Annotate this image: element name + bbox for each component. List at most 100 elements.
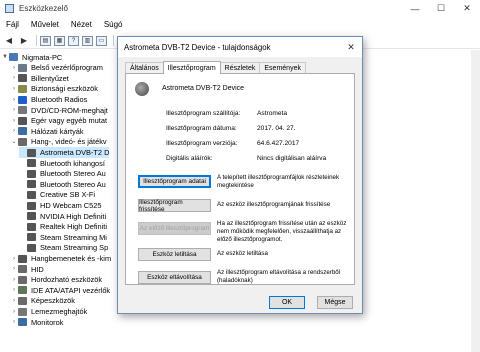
tree-item[interactable]: › Monitorok xyxy=(10,317,63,327)
tree-scrollbar[interactable] xyxy=(471,50,480,352)
device-category-icon xyxy=(18,307,27,316)
expand-arrow-icon[interactable]: › xyxy=(10,65,18,71)
menu-view[interactable]: Nézet xyxy=(65,20,98,29)
tree-item[interactable]: Astrometa DVB-T2 D xyxy=(19,147,110,158)
driver-provider-value: Astrometa xyxy=(257,110,288,117)
digital-signer-label: Digitális aláírók: xyxy=(166,155,213,162)
tree-item-label: DVD/CD-ROM-meghajt xyxy=(31,105,108,115)
expand-arrow-icon[interactable]: › xyxy=(10,309,18,315)
device-category-icon xyxy=(18,127,27,136)
tree-item[interactable]: › Képeszközök xyxy=(10,296,75,306)
tree-item[interactable]: Bluetooth Stereo Au xyxy=(19,169,106,179)
expand-arrow-icon[interactable]: › xyxy=(10,86,18,92)
tree-item-label: HID xyxy=(31,264,44,274)
tree-item-label: Hang-, videó- és játékv xyxy=(31,137,107,147)
tree-item[interactable]: › Hordozható eszközök xyxy=(10,275,102,285)
tree-item[interactable]: Steam Streaming Sp xyxy=(19,243,108,253)
tree-item[interactable]: Creative SB X-Fi xyxy=(19,190,95,200)
expand-arrow-icon[interactable]: › xyxy=(10,277,18,283)
help-icon[interactable]: ? xyxy=(68,35,79,46)
tree-item-label: Astrometa DVB-T2 D xyxy=(40,148,110,158)
toolbar-separator xyxy=(36,35,37,46)
tree-item[interactable]: ⌄ Hang-, videó- és játékv xyxy=(10,137,107,147)
tree-item[interactable]: ▼ Nigmata-PC xyxy=(1,52,62,62)
disable-device-button[interactable]: Eszköz letiltása xyxy=(138,248,211,261)
tree-item-label: Belső vezérlőprogram xyxy=(31,63,103,73)
expand-arrow-icon[interactable]: › xyxy=(10,118,18,124)
menu-action[interactable]: Művelet xyxy=(25,20,65,29)
tree-item[interactable]: NVIDIA High Definiti xyxy=(19,211,106,221)
tree-item-label: Hálózati kártyák xyxy=(31,126,84,136)
tree-item[interactable]: Bluetooth Stereo Au xyxy=(19,179,106,189)
tree-item[interactable]: HD Webcam C525 xyxy=(19,200,101,210)
roll-back-driver-button[interactable]: Az előző illesztőprogram xyxy=(138,222,211,235)
update-driver-button[interactable]: Illesztőprogram frissítése xyxy=(138,199,211,213)
expand-arrow-icon[interactable]: › xyxy=(10,128,18,134)
device-category-icon xyxy=(27,201,36,210)
forward-arrow-icon[interactable]: ▶ xyxy=(18,35,30,46)
device-name: Astrometa DVB-T2 Device xyxy=(162,85,245,92)
maximize-button[interactable]: ☐ xyxy=(428,0,454,17)
menu-file[interactable]: Fájl xyxy=(0,20,25,29)
device-category-icon xyxy=(18,265,27,274)
disable-device-desc: Az eszköz letiltása xyxy=(217,250,268,257)
tree-item-label: Bluetooth Radios xyxy=(31,95,88,105)
expand-arrow-icon[interactable]: › xyxy=(10,298,18,304)
tree-item[interactable]: › Hálózati kártyák xyxy=(10,126,84,136)
tree-item[interactable]: › DVD/CD-ROM-meghajt xyxy=(10,105,108,115)
device-category-icon xyxy=(18,116,27,125)
close-button[interactable]: ✕ xyxy=(454,0,480,17)
expand-arrow-icon[interactable]: › xyxy=(10,97,18,103)
menu-help[interactable]: Súgó xyxy=(98,20,129,29)
tree-item-label: Steam Streaming Mi xyxy=(40,232,107,242)
tree-item-label: Monitorok xyxy=(31,317,64,327)
driver-details-button[interactable]: Illesztőprogram adatai xyxy=(138,175,211,188)
cancel-button[interactable]: Mégse xyxy=(317,296,353,309)
properties-view-icon[interactable]: ▤ xyxy=(40,35,51,46)
back-arrow-icon[interactable]: ◀ xyxy=(3,35,15,46)
tree-item-label: Hangbemenetek és -kim xyxy=(31,254,112,264)
expand-arrow-icon[interactable]: › xyxy=(10,75,18,81)
window-controls: — ☐ ✕ xyxy=(402,0,480,17)
tree-item[interactable]: › Egér vagy egyéb mutat xyxy=(10,116,107,126)
device-category-icon xyxy=(27,148,36,157)
expand-arrow-icon[interactable]: › xyxy=(10,319,18,325)
collapse-arrow-icon[interactable]: ⌄ xyxy=(10,138,18,145)
dialog-close-button[interactable]: ✕ xyxy=(344,40,358,54)
tree-item-label: Nigmata-PC xyxy=(22,52,63,62)
tree-item[interactable]: Bluetooth kihangosí xyxy=(19,158,105,168)
tree-item[interactable]: › Belső vezérlőprogram xyxy=(10,63,103,73)
tree-item[interactable]: › Hangbemenetek és -kim xyxy=(10,253,111,263)
properties-dialog: Astrometa DVB-T2 Device - tulajdonságok … xyxy=(117,36,363,314)
expand-arrow-icon[interactable]: › xyxy=(10,266,18,272)
tree-item[interactable]: Realtek High Definiti xyxy=(19,222,107,232)
tree-item[interactable]: › Billentyűzet xyxy=(10,73,69,83)
tree-item-label: Hordozható eszközök xyxy=(31,275,103,285)
device-category-icon xyxy=(27,180,36,189)
driver-tab-panel: Astrometa DVB-T2 Device Illesztőprogram … xyxy=(125,73,355,285)
expand-arrow-icon[interactable]: › xyxy=(10,107,18,113)
tree-item-label: Lemezmeghajtók xyxy=(31,307,88,317)
tree-item[interactable]: › Bluetooth Radios xyxy=(10,94,87,104)
tree-item[interactable]: › Biztonsági eszközök xyxy=(10,84,98,94)
device-category-icon xyxy=(27,169,36,178)
details-pane-icon[interactable]: ▥ xyxy=(82,35,93,46)
monitor-scan-icon[interactable]: ▭ xyxy=(96,35,107,46)
tree-item[interactable]: Steam Streaming Mi xyxy=(19,232,107,242)
ok-button[interactable]: OK xyxy=(269,296,305,309)
uninstall-device-button[interactable]: Eszköz eltávolítása xyxy=(138,271,211,284)
tab-driver[interactable]: Illesztőprogram xyxy=(162,61,221,74)
device-category-icon xyxy=(18,63,27,72)
minimize-button[interactable]: — xyxy=(402,0,428,17)
roll-back-driver-desc: Ha az illesztőprogram frissítése után az… xyxy=(217,220,347,243)
device-manager-icon xyxy=(5,4,14,13)
tree-item[interactable]: › HID xyxy=(10,264,44,274)
device-category-icon xyxy=(18,286,27,295)
tree-item-label: IDE ATA/ATAPI vezérlők xyxy=(31,285,111,295)
collapse-arrow-icon[interactable]: ▼ xyxy=(1,54,9,60)
tree-item[interactable]: › Lemezmeghajtók xyxy=(10,306,87,316)
show-hidden-icon[interactable]: ▦ xyxy=(54,35,65,46)
expand-arrow-icon[interactable]: › xyxy=(10,256,18,262)
expand-arrow-icon[interactable]: › xyxy=(10,287,18,293)
tree-item[interactable]: › IDE ATA/ATAPI vezérlők xyxy=(10,285,110,295)
